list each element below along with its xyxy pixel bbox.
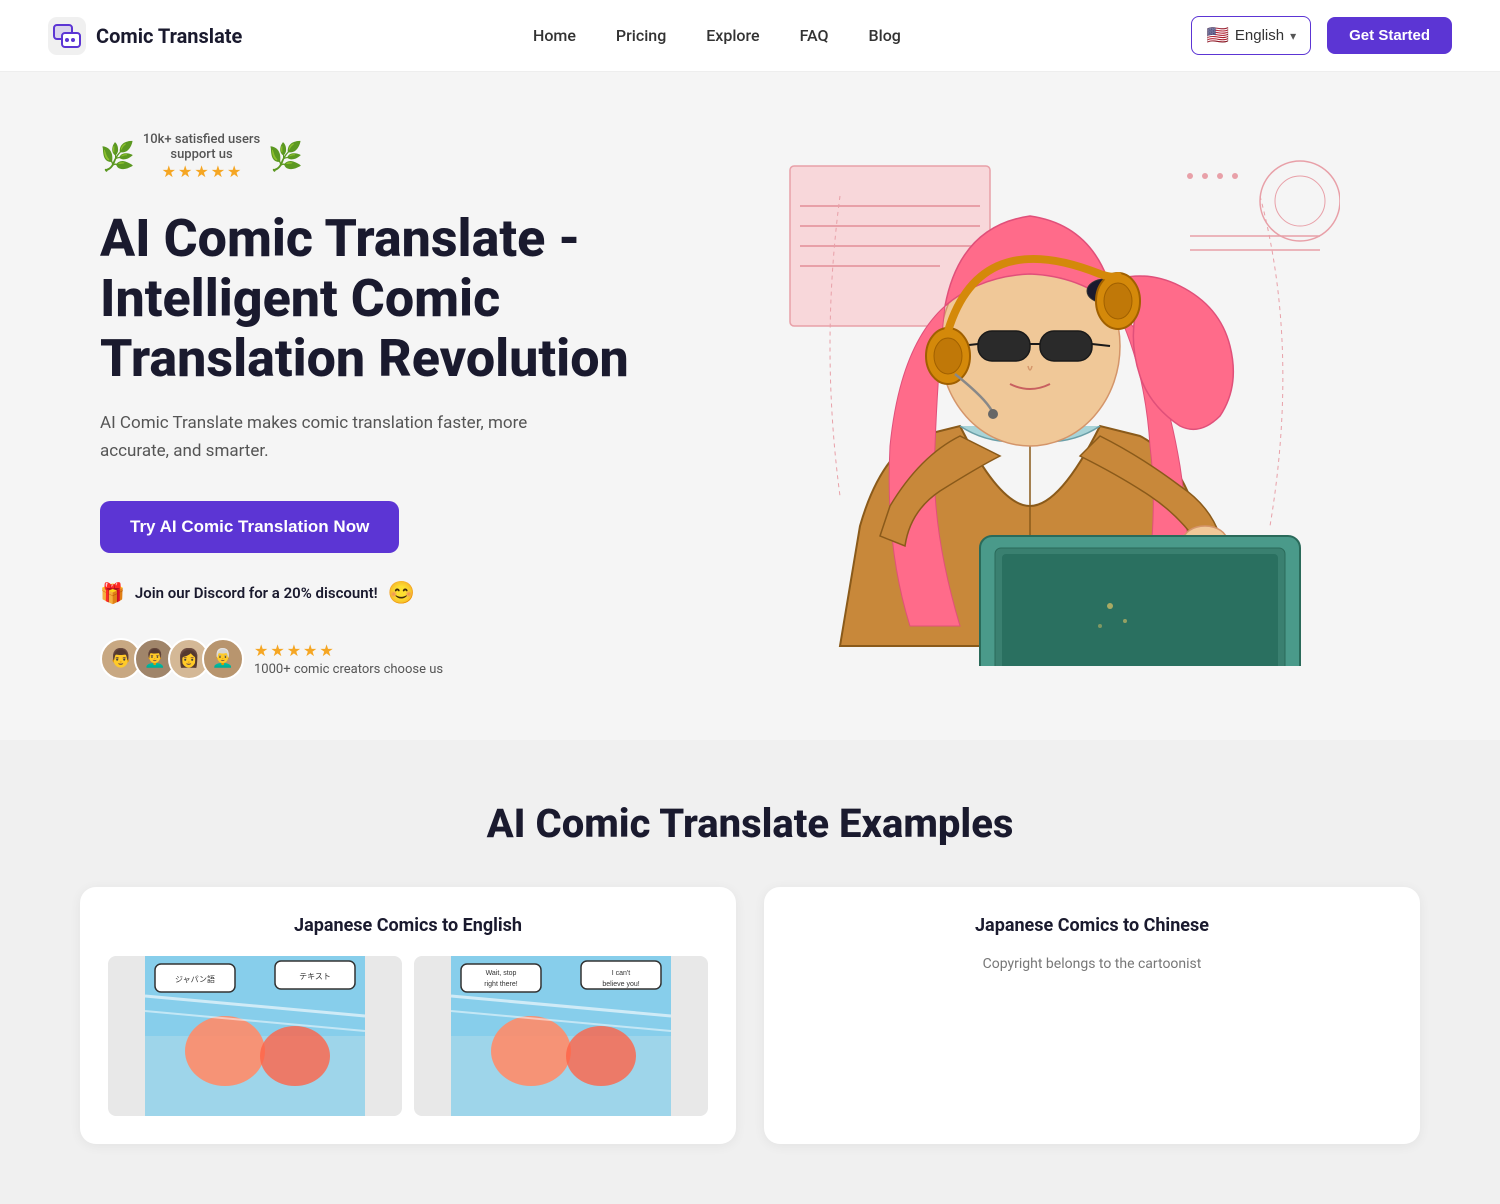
star-2: ★ (178, 162, 192, 181)
examples-title: AI Comic Translate Examples (80, 800, 1420, 847)
nav-blog[interactable]: Blog (869, 26, 901, 45)
discord-icon: 😊 (388, 581, 415, 606)
svg-text:ジャパン語: ジャパン語 (175, 974, 215, 984)
logo-area[interactable]: Comic Translate (48, 17, 242, 55)
nav-home[interactable]: Home (533, 26, 576, 45)
star-1: ★ (162, 162, 176, 181)
r-star-4: ★ (303, 641, 317, 660)
discord-text: Join our Discord for a 20% discount! (135, 584, 378, 602)
card1-title: Japanese Comics to English (108, 915, 708, 936)
logo-icon (48, 17, 86, 55)
card2-title: Japanese Comics to Chinese (792, 915, 1392, 936)
hero-illustration (760, 146, 1340, 666)
user-avatars: 👨 👨‍🦱 👩 👨‍🦳 ★ ★ ★ ★ ★ 1000+ comic creato… (100, 638, 680, 680)
hero-title: AI Comic Translate - Intelligent Comic T… (100, 209, 680, 388)
language-selector[interactable]: 🇺🇸 English ▾ (1191, 16, 1311, 55)
laurel-left-icon: 🌿 (100, 140, 135, 173)
r-star-2: ★ (270, 641, 284, 660)
avatar-review: ★ ★ ★ ★ ★ 1000+ comic creators choose us (254, 641, 443, 677)
r-star-5: ★ (319, 641, 333, 660)
award-stars: ★ ★ ★ ★ ★ (162, 162, 242, 181)
nav-pricing[interactable]: Pricing (616, 26, 666, 45)
copyright-notice: Copyright belongs to the cartoonist (792, 956, 1392, 972)
comic-panel-jp: ジャパン語 テキスト (108, 956, 402, 1116)
star-4: ★ (211, 162, 225, 181)
examples-section: AI Comic Translate Examples Japanese Com… (0, 740, 1500, 1204)
award-text: 10k+ satisfied users support us ★ ★ ★ ★ … (143, 132, 260, 181)
header-right: 🇺🇸 English ▾ Get Started (1191, 16, 1452, 55)
award-count: 10k+ satisfied users (143, 132, 260, 147)
svg-text:I can't: I can't (612, 970, 631, 977)
avatar-stars: ★ ★ ★ ★ ★ (254, 641, 443, 660)
star-5: ★ (227, 162, 241, 181)
svg-text:テキスト: テキスト (299, 972, 331, 981)
discord-row: 🎁 Join our Discord for a 20% discount! 😊 (100, 581, 680, 606)
award-badge: 🌿 10k+ satisfied users support us ★ ★ ★ … (100, 132, 680, 181)
flag-icon: 🇺🇸 (1206, 25, 1228, 46)
hero-section: 🌿 10k+ satisfied users support us ★ ★ ★ … (0, 72, 1500, 740)
cta-button[interactable]: Try AI Comic Translation Now (100, 501, 399, 553)
svg-text:Wait, stop: Wait, stop (486, 970, 517, 977)
example-card-2: Japanese Comics to Chinese Copyright bel… (764, 887, 1420, 1144)
chevron-down-icon: ▾ (1290, 29, 1296, 43)
avatar-4: 👨‍🦳 (202, 638, 244, 680)
hero-right (680, 146, 1420, 666)
jp-panel-svg: ジャパン語 テキスト (108, 956, 402, 1116)
hero-image (760, 146, 1340, 666)
en-panel-svg: Wait, stop right there! I can't believe … (414, 956, 708, 1116)
logo-text: Comic Translate (96, 24, 242, 48)
nav-faq[interactable]: FAQ (800, 26, 829, 45)
get-started-button[interactable]: Get Started (1327, 17, 1452, 54)
hero-left: 🌿 10k+ satisfied users support us ★ ★ ★ … (100, 132, 680, 680)
award-support: support us (170, 147, 232, 162)
hero-subtitle: AI Comic Translate makes comic translati… (100, 410, 600, 464)
comic-panel-en: Wait, stop right there! I can't believe … (414, 956, 708, 1116)
svg-text:believe you!: believe you! (602, 981, 639, 988)
header: Comic Translate Home Pricing Explore FAQ… (0, 0, 1500, 72)
lang-label: English (1235, 27, 1284, 44)
examples-grid: Japanese Comics to English (80, 887, 1420, 1144)
r-star-1: ★ (254, 641, 268, 660)
example-card-1: Japanese Comics to English (80, 887, 736, 1144)
nav-explore[interactable]: Explore (706, 26, 759, 45)
r-star-3: ★ (287, 641, 301, 660)
star-3: ★ (194, 162, 208, 181)
user-count: 1000+ comic creators choose us (254, 662, 443, 677)
main-nav: Home Pricing Explore FAQ Blog (533, 26, 901, 45)
gift-icon: 🎁 (100, 581, 125, 605)
comic-panels-1: ジャパン語 テキスト (108, 956, 708, 1116)
avatar-stack: 👨 👨‍🦱 👩 👨‍🦳 (100, 638, 244, 680)
svg-text:right there!: right there! (484, 981, 518, 988)
laurel-right-icon: 🌿 (268, 140, 303, 173)
